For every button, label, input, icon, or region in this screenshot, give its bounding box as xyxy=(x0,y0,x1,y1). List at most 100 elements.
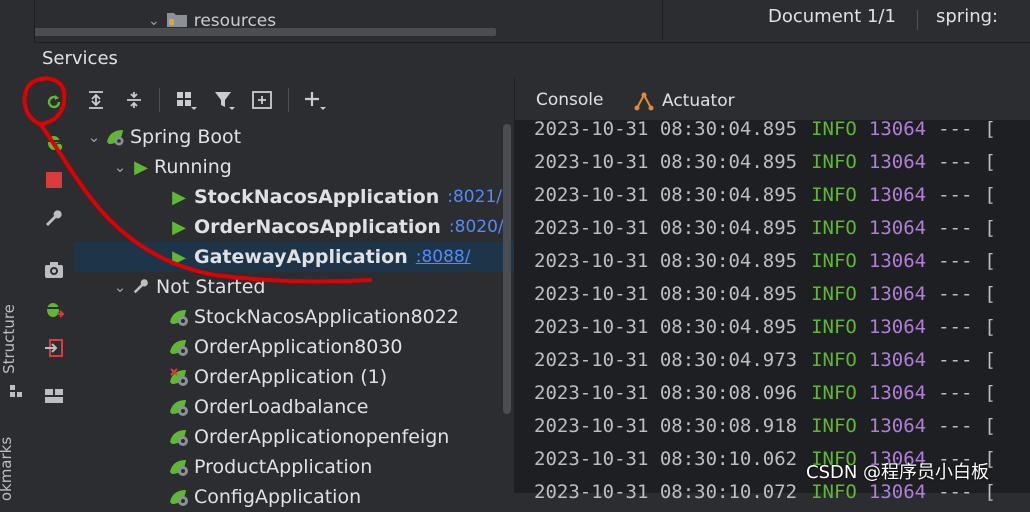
rerun-icon xyxy=(47,95,61,109)
wrench-icon xyxy=(130,277,152,297)
tree-item-stopped-app[interactable]: ConfigApplication xyxy=(74,482,514,512)
log-pid: 13064 xyxy=(868,481,927,503)
log-separator: --- xyxy=(938,382,973,404)
log-level: INFO xyxy=(811,151,857,173)
log-pid: 13064 xyxy=(868,415,927,437)
log-timestamp: 2023-10-31 08:30:10.062 xyxy=(534,448,798,470)
log-timestamp: 2023-10-31 08:30:04.895 xyxy=(534,316,798,338)
tree-item-running-app[interactable]: ▶ OrderNacosApplication :8020/ xyxy=(74,212,514,242)
log-thread-start: [ xyxy=(984,382,996,404)
collapse-all-icon xyxy=(127,92,141,108)
filter-button[interactable] xyxy=(212,88,236,112)
debug-button[interactable] xyxy=(42,130,66,154)
vertical-scrollbar[interactable] xyxy=(503,124,511,414)
tree-node-running[interactable]: ⌄ ▶ Running xyxy=(74,152,514,182)
tree-node-spring-boot[interactable]: ⌄ Spring Boot xyxy=(74,122,514,152)
log-thread-start: [ xyxy=(984,217,996,239)
log-line: 2023-10-31 08:30:08.918 INFO 13064 --- [ xyxy=(534,411,996,441)
panel-title: Services xyxy=(42,48,118,69)
app-name: ConfigApplication xyxy=(194,486,362,508)
log-level: INFO xyxy=(811,382,857,404)
log-line: 2023-10-31 08:30:04.895 INFO 13064 --- [ xyxy=(534,180,996,210)
tree-node-not-started[interactable]: ⌄ Not Started xyxy=(74,272,514,302)
log-timestamp: 2023-10-31 08:30:04.895 xyxy=(534,184,798,206)
services-header xyxy=(34,42,1030,79)
log-separator: --- xyxy=(938,349,973,371)
spring-boot-icon xyxy=(104,127,126,147)
log-pid: 13064 xyxy=(868,283,927,305)
tree-node-label: Running xyxy=(154,156,232,178)
breadcrumb-spring[interactable]: spring: xyxy=(936,6,998,27)
tree-item-stopped-app[interactable]: OrderApplication8030 xyxy=(74,332,514,362)
log-timestamp: 2023-10-31 08:30:08.918 xyxy=(534,415,798,437)
port-link[interactable]: :8020/ xyxy=(449,217,504,237)
new-service-button[interactable] xyxy=(250,88,274,112)
log-separator: --- xyxy=(938,283,973,305)
tree-item-running-app[interactable]: ▶ StockNacosApplication :8021/ xyxy=(74,182,514,212)
settings-button[interactable] xyxy=(42,207,66,231)
chevron-down-icon: ⌄ xyxy=(113,158,127,176)
expand-all-button[interactable] xyxy=(84,88,108,112)
run-icon: ▶ xyxy=(134,156,148,178)
add-service-button[interactable] xyxy=(302,88,326,112)
tree-item-resources[interactable]: ⌄ resources xyxy=(148,6,276,36)
chevron-down-icon: ⌄ xyxy=(148,13,160,29)
snapshot-button[interactable] xyxy=(42,258,66,282)
layout-button[interactable] xyxy=(42,384,66,408)
tab-label: Actuator xyxy=(662,91,735,111)
wrench-icon xyxy=(46,210,62,226)
log-separator: --- xyxy=(938,481,973,503)
log-pid: 13064 xyxy=(868,151,927,173)
login-icon xyxy=(45,339,63,357)
tree-item-stopped-app[interactable]: OrderLoadbalance xyxy=(74,392,514,422)
app-name: OrderNacosApplication xyxy=(194,216,441,238)
tree-item-stopped-app[interactable]: OrderApplication (1) xyxy=(74,362,514,392)
tree-item-stopped-app[interactable]: ProductApplication xyxy=(74,452,514,482)
run-icon: ▶ xyxy=(172,186,186,208)
tree-node-label: Not Started xyxy=(156,276,266,298)
document-counter[interactable]: Document 1/1 xyxy=(768,6,896,27)
tab-actuator[interactable]: Actuator xyxy=(634,88,735,114)
tree-item-label: resources xyxy=(193,11,277,31)
log-level: INFO xyxy=(811,118,857,140)
log-timestamp: 2023-10-31 08:30:04.895 xyxy=(534,250,798,272)
port-link[interactable]: :8021/ xyxy=(447,187,502,207)
rerun-button[interactable] xyxy=(42,90,66,114)
bookmarks-tab[interactable]: okmarks xyxy=(0,437,15,501)
log-timestamp: 2023-10-31 08:30:04.895 xyxy=(534,283,798,305)
app-name: StockNacosApplication xyxy=(194,186,440,208)
log-timestamp: 2023-10-31 08:30:04.895 xyxy=(534,118,798,140)
tree-item-stopped-app[interactable]: OrderApplicationopenfeign xyxy=(74,422,514,452)
log-pid: 13064 xyxy=(868,118,927,140)
log-thread-start: [ xyxy=(984,349,996,371)
expand-all-icon xyxy=(89,91,103,109)
group-icon xyxy=(177,92,197,110)
port-link[interactable]: :8088/ xyxy=(416,247,471,267)
log-level: INFO xyxy=(811,481,857,503)
stop-button[interactable] xyxy=(42,168,66,192)
run-icon: ▶ xyxy=(172,246,186,268)
log-separator: --- xyxy=(938,184,973,206)
tab-console[interactable]: Console xyxy=(536,90,604,110)
app-name: OrderLoadbalance xyxy=(194,396,369,418)
app-name: OrderApplication8030 xyxy=(194,336,403,358)
structure-tab[interactable]: Structure xyxy=(0,304,18,374)
watermark: CSDN @程序员小白板 xyxy=(806,462,990,483)
import-button[interactable] xyxy=(42,336,66,360)
tree-item-running-app-selected[interactable]: ▶ GatewayApplication :8088/ xyxy=(74,242,514,272)
log-timestamp: 2023-10-31 08:30:08.096 xyxy=(534,382,798,404)
spring-boot-icon xyxy=(168,397,190,417)
app-name: StockNacosApplication8022 xyxy=(194,306,459,328)
spring-boot-icon xyxy=(168,457,190,477)
log-timestamp: 2023-10-31 08:30:04.895 xyxy=(534,151,798,173)
stop-icon xyxy=(46,172,62,188)
log-pid: 13064 xyxy=(868,382,927,404)
attach-debugger-button[interactable] xyxy=(42,298,66,322)
collapse-all-button[interactable] xyxy=(122,88,146,112)
tree-item-stopped-app[interactable]: StockNacosApplication8022 xyxy=(74,302,514,332)
spring-boot-icon xyxy=(168,367,190,387)
log-level: INFO xyxy=(811,316,857,338)
log-level: INFO xyxy=(811,217,857,239)
group-by-button[interactable] xyxy=(174,88,198,112)
spring-boot-icon xyxy=(168,307,190,327)
